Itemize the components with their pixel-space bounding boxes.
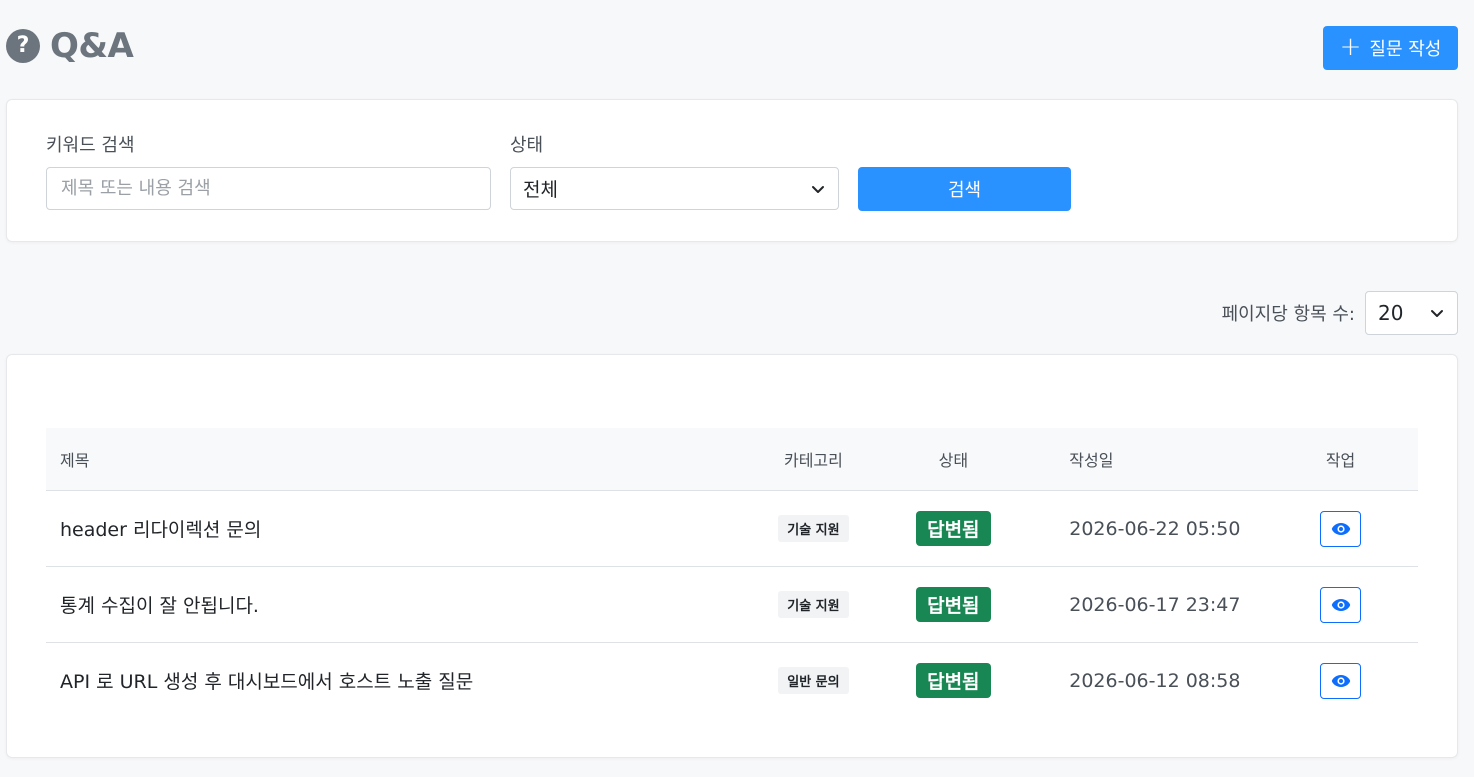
column-header-date: 작성일	[1069, 451, 1114, 470]
per-page-select[interactable]: 20	[1365, 291, 1458, 335]
view-button[interactable]	[1320, 510, 1362, 547]
plus-icon: +	[1339, 32, 1362, 62]
status-selected-value: 전체	[523, 179, 558, 201]
column-header-action: 작업	[1325, 451, 1356, 470]
page-title: Q&A	[50, 26, 134, 66]
question-title[interactable]: API 로 URL 생성 후 대시보드에서 호스트 노출 질문	[46, 667, 763, 694]
write-question-label: 질문 작성	[1369, 39, 1442, 60]
view-button[interactable]	[1320, 586, 1362, 623]
table-row[interactable]: API 로 URL 생성 후 대시보드에서 호스트 노출 질문 일반 문의 답변…	[46, 643, 1418, 718]
eye-icon	[1331, 522, 1350, 535]
table-row[interactable]: 통계 수집이 잘 안됩니다. 기술 지원 답변됨 2026-06-17 23:4…	[46, 567, 1418, 643]
question-circle-icon: ?	[6, 29, 40, 63]
view-button[interactable]	[1320, 662, 1362, 699]
question-title[interactable]: 통계 수집이 잘 안됩니다.	[46, 591, 763, 618]
qna-table-card: 제목 카테고리 상태 작성일 작업 header 리다이렉션 문의 기술 지원 …	[6, 354, 1458, 758]
chevron-down-icon	[1431, 310, 1443, 317]
status-label: 상태	[510, 135, 544, 156]
question-title[interactable]: header 리다이렉션 문의	[46, 515, 763, 542]
category-badge: 기술 지원	[778, 591, 849, 618]
category-badge: 일반 문의	[778, 667, 849, 694]
per-page-label: 페이지당 항목 수:	[1221, 304, 1355, 325]
status-badge: 답변됨	[916, 511, 991, 546]
column-header-category: 카테고리	[783, 451, 843, 470]
eye-icon	[1331, 598, 1350, 611]
column-header-status: 상태	[938, 451, 969, 470]
column-header-title: 제목	[60, 451, 90, 470]
page-header: ? Q&A + 질문 작성	[6, 26, 1458, 70]
keyword-label: 키워드 검색	[46, 135, 135, 156]
qna-table: 제목 카테고리 상태 작성일 작업 header 리다이렉션 문의 기술 지원 …	[46, 428, 1418, 718]
search-panel: 키워드 검색 상태 전체 검색	[6, 99, 1458, 242]
table-header: 제목 카테고리 상태 작성일 작업	[46, 428, 1418, 491]
category-badge: 기술 지원	[778, 515, 849, 542]
status-badge: 답변됨	[916, 587, 991, 622]
per-page-value: 20	[1378, 301, 1404, 325]
created-date: 2026-06-12 08:58	[1069, 669, 1241, 692]
title-group: ? Q&A	[6, 26, 134, 66]
table-row[interactable]: header 리다이렉션 문의 기술 지원 답변됨 2026-06-22 05:…	[46, 491, 1418, 567]
chevron-down-icon	[812, 185, 824, 193]
status-badge: 답변됨	[916, 663, 991, 698]
created-date: 2026-06-22 05:50	[1069, 517, 1241, 540]
created-date: 2026-06-17 23:47	[1069, 593, 1241, 616]
keyword-search-input[interactable]	[46, 167, 491, 210]
search-button[interactable]: 검색	[858, 167, 1071, 211]
per-page-control: 페이지당 항목 수: 20	[1222, 291, 1458, 335]
write-question-button[interactable]: + 질문 작성	[1323, 26, 1458, 70]
status-select[interactable]: 전체	[510, 167, 839, 210]
eye-icon	[1331, 674, 1350, 687]
